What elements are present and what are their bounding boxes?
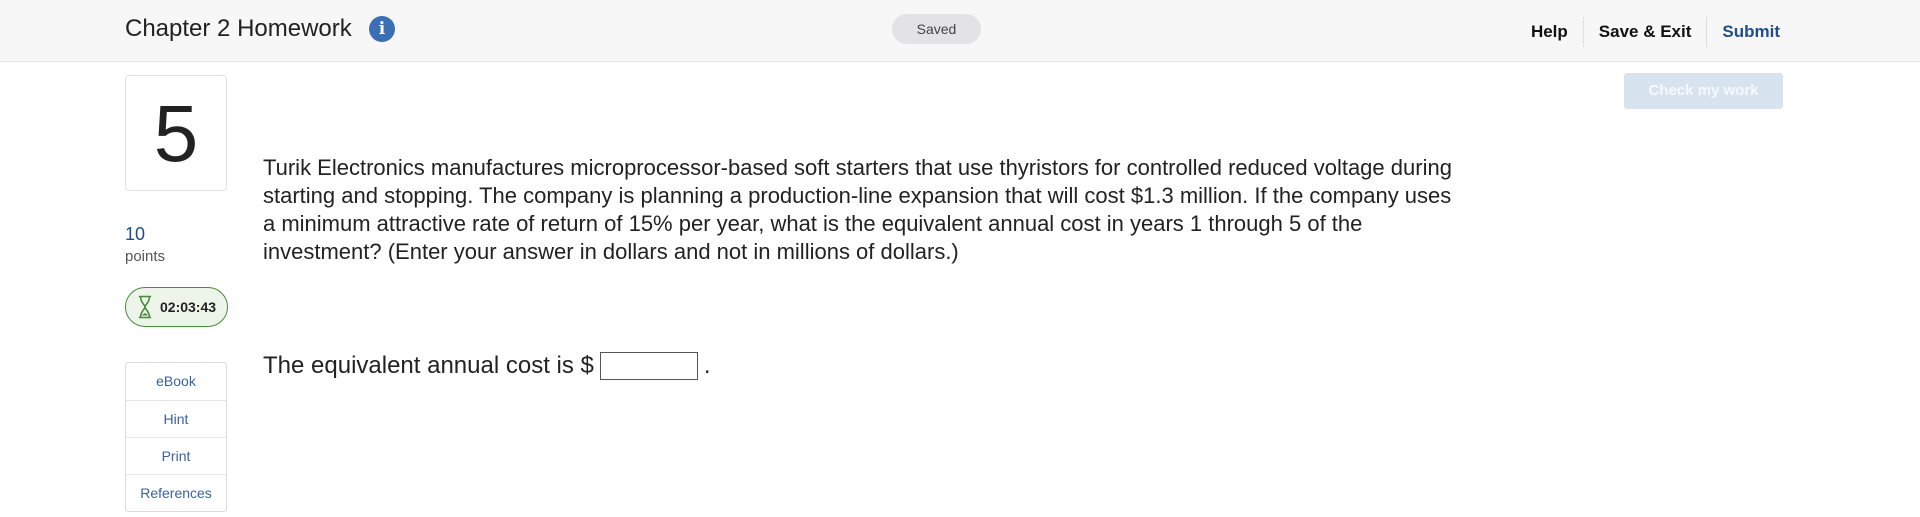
check-my-work-button[interactable]: Check my work: [1624, 73, 1783, 109]
print-link[interactable]: Print: [126, 437, 226, 474]
ebook-link[interactable]: eBook: [126, 363, 226, 400]
hourglass-icon: [138, 295, 152, 319]
help-link[interactable]: Help: [1516, 14, 1583, 50]
top-nav: Help Save & Exit Submit: [1516, 14, 1780, 50]
hint-link[interactable]: Hint: [126, 400, 226, 437]
timer-value: 02:03:43: [160, 299, 217, 315]
answer-prefix: The equivalent annual cost is $: [263, 352, 594, 379]
answer-suffix: .: [703, 352, 711, 379]
save-exit-link[interactable]: Save & Exit: [1584, 14, 1707, 50]
references-link[interactable]: References: [126, 474, 226, 511]
points-label: points: [125, 248, 166, 265]
submit-link[interactable]: Submit: [1707, 14, 1780, 50]
resources-panel: eBook Hint Print References: [125, 362, 227, 512]
question-text: Turik Electronics manufactures microproc…: [263, 155, 1452, 264]
question-number: 5: [125, 75, 227, 191]
top-bar: Chapter 2 Homework i Saved Help Save & E…: [0, 0, 1920, 62]
points-value: 10: [125, 224, 146, 244]
assignment-title: Chapter 2 Homework: [125, 15, 352, 42]
answer-input[interactable]: [599, 352, 698, 380]
info-icon[interactable]: i: [369, 16, 395, 42]
answer-line: The equivalent annual cost is $ .: [263, 350, 711, 382]
saved-status-badge: Saved: [892, 14, 981, 44]
timer[interactable]: 02:03:43: [125, 287, 228, 327]
